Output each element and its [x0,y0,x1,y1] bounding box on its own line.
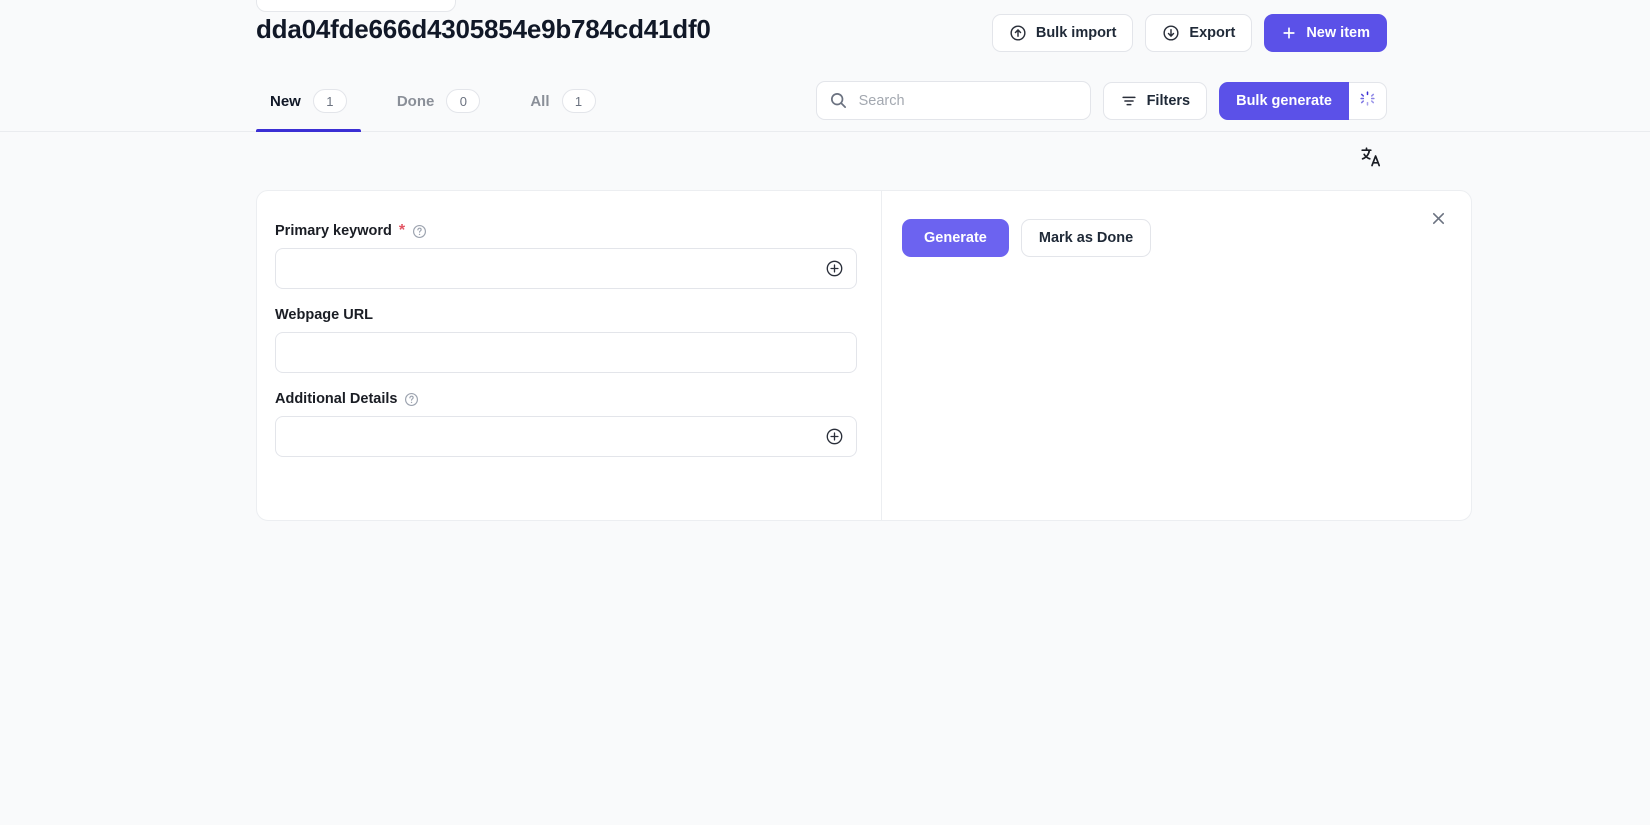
app-page: dda04fde666d4305854e9b784cd41df0 Bulk im… [0,0,1650,825]
field-primary-keyword-input-wrap [275,248,857,289]
tab-new[interactable]: New 1 [256,70,361,132]
additional-details-input[interactable] [275,416,857,457]
export-label: Export [1189,25,1235,41]
toolbar-right: Filters Bulk generate [816,81,1387,120]
bulk-generate-spinner-button[interactable] [1349,82,1387,120]
field-primary-keyword: Primary keyword * [275,223,857,289]
tab-new-count: 1 [313,89,347,113]
required-asterisk: * [399,223,405,239]
field-additional-details: Additional Details [275,391,857,457]
tab-done-label: Done [397,93,435,110]
translate-button[interactable] [1357,145,1385,173]
page-header: dda04fde666d4305854e9b784cd41df0 Bulk im… [0,0,1650,70]
tab-all-label: All [530,93,549,110]
help-icon[interactable] [412,224,427,239]
new-item-label: New item [1306,25,1370,41]
help-icon[interactable] [404,392,419,407]
field-additional-details-label: Additional Details [275,391,397,407]
tab-done-count: 0 [446,89,480,113]
plus-circle-icon[interactable] [825,259,844,278]
tab-all-count: 1 [562,89,596,113]
filters-label: Filters [1147,93,1191,109]
plus-icon [1281,25,1297,41]
field-primary-keyword-label-row: Primary keyword * [275,223,857,239]
bulk-generate-button[interactable]: Bulk generate [1219,82,1349,120]
field-webpage-url-label: Webpage URL [275,307,373,323]
header-actions: Bulk import Export New item [992,14,1387,52]
webpage-url-input[interactable] [275,332,857,373]
bulk-generate-group: Bulk generate [1219,82,1387,120]
loading-spinner-icon [1359,90,1376,112]
field-primary-keyword-label: Primary keyword [275,223,392,239]
bulk-import-button[interactable]: Bulk import [992,14,1134,52]
tab-new-label: New [270,93,301,110]
filter-icon [1120,92,1138,110]
close-card-button[interactable] [1425,208,1451,234]
tab-done[interactable]: Done 0 [383,70,495,132]
field-webpage-url-label-row: Webpage URL [275,307,857,323]
page-title: dda04fde666d4305854e9b784cd41df0 [256,14,711,45]
field-webpage-url-input-wrap [275,332,857,373]
field-additional-details-input-wrap [275,416,857,457]
generate-button[interactable]: Generate [902,219,1009,257]
primary-keyword-input[interactable] [275,248,857,289]
search-field[interactable] [816,81,1091,120]
export-button[interactable]: Export [1145,14,1252,52]
plus-circle-icon[interactable] [825,427,844,446]
search-input[interactable] [816,81,1091,120]
tab-list: New 1 Done 0 All 1 [256,70,632,132]
action-button-row: Generate Mark as Done [902,219,1471,257]
tab-bar: New 1 Done 0 All 1 [0,70,1650,132]
bulk-generate-label: Bulk generate [1236,93,1332,109]
upload-circle-icon [1009,24,1027,42]
translate-icon [1359,145,1383,174]
download-circle-icon [1162,24,1180,42]
filters-button[interactable]: Filters [1103,82,1208,120]
new-item-button[interactable]: New item [1264,14,1387,52]
item-form: Primary keyword * [257,191,882,520]
close-icon [1430,210,1447,232]
field-webpage-url: Webpage URL [275,307,857,373]
item-actions: Generate Mark as Done [882,191,1471,520]
tab-all[interactable]: All 1 [516,70,609,132]
item-card: Primary keyword * [256,190,1472,521]
field-additional-details-label-row: Additional Details [275,391,857,407]
mark-as-done-button[interactable]: Mark as Done [1021,219,1151,257]
bulk-import-label: Bulk import [1036,25,1117,41]
